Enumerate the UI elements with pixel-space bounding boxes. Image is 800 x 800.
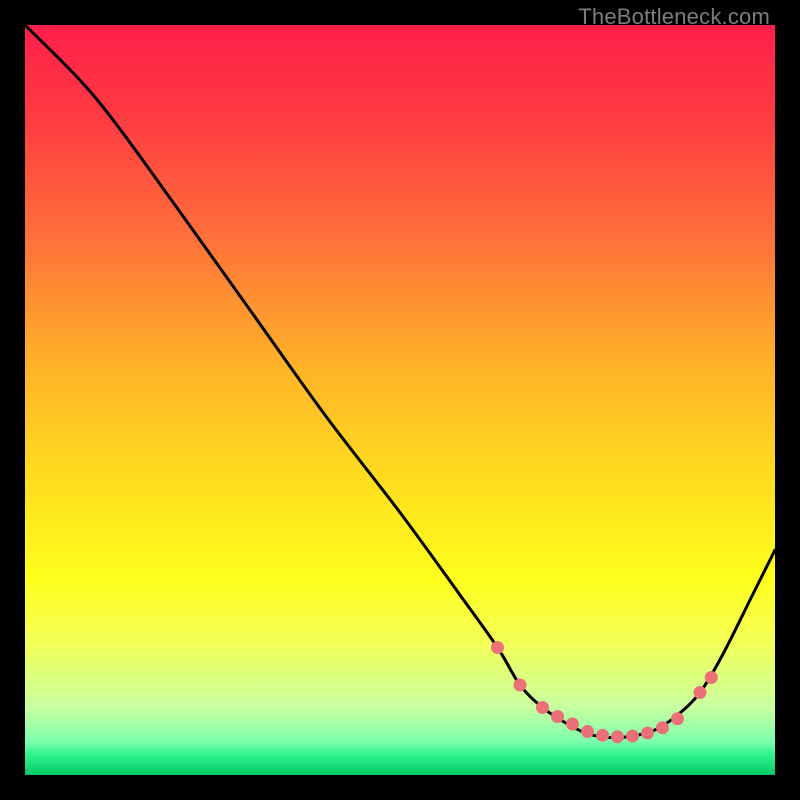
plot-area [25,25,775,775]
marker-dot [581,725,594,738]
marker-dot [566,718,579,731]
curve-layer [25,25,775,775]
marker-dot [611,730,624,743]
marker-dot [514,679,527,692]
marker-dot [656,721,669,734]
bottleneck-curve [25,25,775,738]
marker-dot [641,727,654,740]
marker-dot [705,671,718,684]
marker-dot [491,641,504,654]
marker-dot [671,712,684,725]
marker-dot [596,729,609,742]
marker-dot [536,701,549,714]
marker-dot [626,730,639,743]
marker-dot [551,710,564,723]
marker-dot [694,686,707,699]
chart-stage: TheBottleneck.com [0,0,800,800]
watermark-text: TheBottleneck.com [578,4,770,30]
